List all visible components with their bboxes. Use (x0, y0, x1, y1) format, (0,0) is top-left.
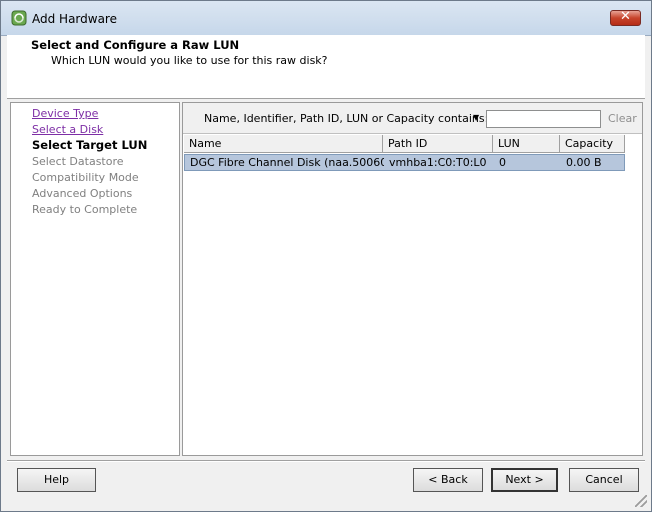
cell-capacity: 0.00 B (566, 156, 602, 169)
page-title: Select and Configure a Raw LUN (31, 38, 240, 52)
window-title: Add Hardware (32, 12, 117, 26)
wizard-steps-panel: Device Type Select a Disk Select Target … (10, 102, 180, 456)
cell-path-id: vmhba1:C0:T0:L0 (389, 156, 487, 169)
dropdown-arrow-icon[interactable]: ▼ (473, 113, 479, 122)
step-ready-to-complete: Ready to Complete (32, 203, 138, 216)
table-row[interactable]: DGC Fibre Channel Disk (naa.50060... vmh… (184, 154, 625, 171)
close-button[interactable]: ✕ (610, 9, 641, 26)
column-header-capacity[interactable]: Capacity (560, 135, 625, 152)
add-hardware-dialog: Add Hardware ✕ Select and Configure a Ra… (0, 0, 652, 512)
page-subtitle: Which LUN would you like to use for this… (51, 54, 328, 67)
help-button[interactable]: Help (17, 468, 96, 492)
column-header-name[interactable]: Name (184, 135, 383, 152)
filter-bar: Name, Identifier, Path ID, LUN or Capaci… (183, 103, 642, 134)
cancel-button[interactable]: Cancel (569, 468, 639, 492)
next-button[interactable]: Next > (491, 468, 558, 492)
vsphere-app-icon (11, 10, 27, 26)
filter-input[interactable] (486, 110, 601, 128)
close-icon: ✕ (620, 9, 631, 24)
cell-name: DGC Fibre Channel Disk (naa.50060... (190, 156, 384, 169)
step-select-target-lun: Select Target LUN (32, 138, 148, 152)
cell-lun: 0 (499, 156, 506, 169)
title-bar: Add Hardware ✕ (1, 1, 651, 36)
step-device-type[interactable]: Device Type (32, 107, 98, 120)
step-compatibility-mode: Compatibility Mode (32, 171, 139, 184)
table-header: Name Path ID LUN Capacity (184, 135, 625, 153)
clear-filter-button[interactable]: Clear (608, 112, 637, 125)
resize-grip-icon[interactable] (635, 495, 647, 507)
column-header-path-id[interactable]: Path ID (383, 135, 493, 152)
footer-divider (7, 460, 645, 462)
wizard-header: Select and Configure a Raw LUN Which LUN… (7, 35, 645, 99)
lun-selection-panel: Name, Identifier, Path ID, LUN or Capaci… (182, 102, 643, 456)
step-advanced-options: Advanced Options (32, 187, 133, 200)
back-button[interactable]: < Back (413, 468, 483, 492)
column-header-lun[interactable]: LUN (493, 135, 560, 152)
filter-field-selector[interactable]: Name, Identifier, Path ID, LUN or Capaci… (204, 112, 488, 125)
step-select-datastore: Select Datastore (32, 155, 124, 168)
step-select-a-disk[interactable]: Select a Disk (32, 123, 103, 136)
